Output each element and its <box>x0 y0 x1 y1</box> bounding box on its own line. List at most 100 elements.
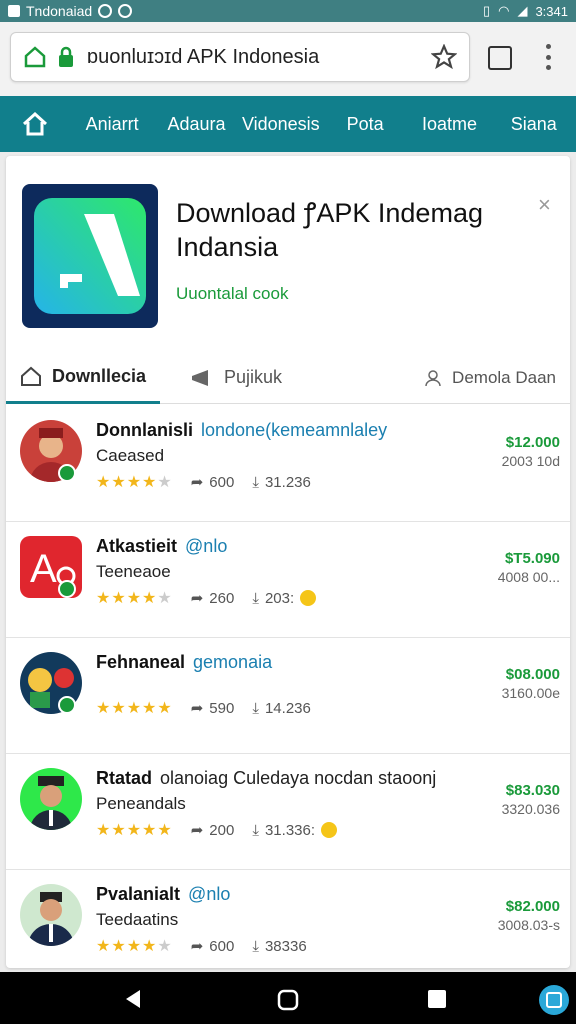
share-icon[interactable]: ➦ <box>191 473 204 491</box>
status-bar: Tndonaiad ▯ ◠ ◢ 3:341 <box>0 0 576 22</box>
user-icon <box>425 369 441 386</box>
item-handle[interactable]: gemonaia <box>193 652 272 672</box>
tab-label: Demola Daan <box>452 367 556 387</box>
app-shortcut-icon[interactable] <box>538 984 570 1016</box>
share-count: 590 <box>209 699 235 717</box>
item-price-block: $08.000 3160.00e <box>502 666 560 701</box>
avatar <box>20 884 82 946</box>
item-handle[interactable]: @nlo <box>188 884 230 904</box>
item-meta: ★★★★★ ➦ 600 ⤓ 31.236 <box>96 472 311 492</box>
megaphone-icon <box>192 369 209 386</box>
item-meta: ★★★★★ ➦ 260 ⤓ 203: <box>96 588 317 608</box>
item-handle[interactable]: olanoiag Culedaya nocdan staoonj <box>160 768 436 788</box>
tab-pujikuk[interactable]: Pujikuk <box>176 352 296 404</box>
alarm-icon <box>118 4 133 18</box>
home-icon[interactable] <box>23 45 47 69</box>
site-nav: Aniarrt Adaura Vidonesis Pota Ioatme Sia… <box>0 96 576 152</box>
list-item[interactable]: Donnlanisli londone(kemeamnlaley Caeased … <box>6 406 570 522</box>
share-icon[interactable]: ➦ <box>191 589 204 607</box>
item-desc: Teedaatins <box>96 910 179 929</box>
item-price: $83.030 <box>505 782 560 799</box>
item-meta: ★★★★★ ➦ 200 ⤓ 31.336: <box>96 820 338 840</box>
overflow-menu-icon[interactable] <box>538 42 558 72</box>
item-price: $08.000 <box>505 666 560 683</box>
verified-badge <box>58 696 76 714</box>
tab-bar: Downllecia Pujikuk Demola Daan <box>6 352 570 404</box>
tab-label: Pujikuk <box>224 367 283 387</box>
recents-icon[interactable] <box>426 988 448 1010</box>
home-icon <box>22 112 48 136</box>
signal-icon: ◢ <box>517 3 528 18</box>
download-icon[interactable]: ⤓ <box>252 700 259 717</box>
share-icon[interactable]: ➦ <box>191 821 204 839</box>
item-price-block: $83.030 3320.036 <box>502 782 560 817</box>
tabs-button[interactable] <box>488 46 512 70</box>
app-card: Download ꝭAPK Indemag Indansia Uuontalal… <box>6 156 570 968</box>
download-count: 203: <box>264 589 295 607</box>
item-price-block: $12.000 2003 10d <box>502 434 560 469</box>
share-icon[interactable]: ➦ <box>191 937 204 955</box>
item-date: 3008.03-s <box>497 917 560 933</box>
svg-text:A: A <box>30 547 57 591</box>
vibrate-icon: ▯ <box>482 3 491 18</box>
item-date: 3160.00e <box>501 685 560 701</box>
nav-item[interactable]: Aniarrt <box>70 114 154 135</box>
item-desc: Peneandals <box>96 794 186 813</box>
back-icon[interactable] <box>122 988 144 1010</box>
rating-stars: ★★★★★ <box>96 822 173 839</box>
nav-item[interactable]: Siana <box>492 114 576 135</box>
emoji-icon <box>321 822 338 838</box>
item-meta: ★★★★★ ➦ 600 ⤓ 38336 <box>96 936 307 956</box>
star-icon[interactable] <box>431 44 457 70</box>
system-nav-bar <box>0 972 576 1024</box>
list-item[interactable]: Pvalanialt @nlo Teedaatins ★★★★★ ➦ 600 ⤓ 38… <box>6 870 570 968</box>
app-subtitle[interactable]: Uuontalal cook <box>176 284 288 304</box>
item-name: Donnlanisli <box>96 420 194 440</box>
download-count: 14.236 <box>264 699 311 717</box>
nav-home-button[interactable] <box>0 112 70 136</box>
list-item[interactable]: Rtatad olanoiag Culedaya nocdan staoonj P… <box>6 754 570 870</box>
notification-icon <box>8 5 20 17</box>
share-icon[interactable]: ➦ <box>191 699 204 717</box>
rating-stars: ★★★★★ <box>96 938 173 955</box>
share-count: 600 <box>209 937 235 955</box>
item-handle[interactable]: londone(kemeamnlaley <box>201 420 387 440</box>
clock-icon <box>98 4 113 18</box>
list-item[interactable]: A Atkastieit @nlo Teeneaoe ★★★★★ ➦ 260 ⤓ 20… <box>6 522 570 638</box>
item-handle[interactable]: @nlo <box>185 536 227 556</box>
close-icon[interactable]: × <box>538 192 551 218</box>
nav-item[interactable]: Pota <box>323 114 407 135</box>
item-price-block: $82.000 3008.03-s <box>498 898 560 933</box>
item-name: Pvalanialt <box>96 884 181 904</box>
item-date: 3320.036 <box>501 801 560 817</box>
lock-icon <box>59 46 73 67</box>
item-name: Rtatad <box>96 768 153 788</box>
avatar <box>20 768 82 830</box>
address-bar[interactable]: ɒuonluɪɔɪd APK Indonesia <box>10 32 470 82</box>
wifi-icon: ◠ <box>498 3 510 18</box>
page-title: Download ꝭAPK Indemag Indansia <box>176 198 483 262</box>
item-price-block: $T5.090 4008 00... <box>498 550 560 585</box>
download-count: 31.236 <box>264 473 311 491</box>
download-icon[interactable]: ⤓ <box>252 938 259 955</box>
item-price: $82.000 <box>505 898 560 915</box>
item-desc: Caeased <box>96 446 165 465</box>
download-count: 31.336: <box>264 821 316 839</box>
item-price: $12.000 <box>505 434 560 451</box>
download-icon[interactable]: ⤓ <box>252 590 259 607</box>
nav-item[interactable]: Ioatme <box>407 114 491 135</box>
download-icon[interactable]: ⤓ <box>252 474 259 491</box>
home-button-icon[interactable] <box>276 988 300 1012</box>
status-time: 3:341 <box>535 3 568 19</box>
rating-stars: ★★★★★ <box>96 474 173 491</box>
download-icon[interactable]: ⤓ <box>252 822 259 839</box>
list-item[interactable]: Fehnaneal gemonaia ★★★★★ ➦ 590 ⤓ 14.236 $08… <box>6 638 570 754</box>
verified-badge <box>58 464 76 482</box>
tab-downloads[interactable]: Downllecia <box>6 352 161 404</box>
nav-item[interactable]: Vidonesis <box>239 114 323 135</box>
item-date: 2003 10d <box>501 453 560 469</box>
tab-demola[interactable]: Demola Daan <box>410 352 570 404</box>
item-price: $T5.090 <box>504 550 560 567</box>
item-date: 4008 00... <box>497 569 560 585</box>
nav-item[interactable]: Adaura <box>154 114 238 135</box>
